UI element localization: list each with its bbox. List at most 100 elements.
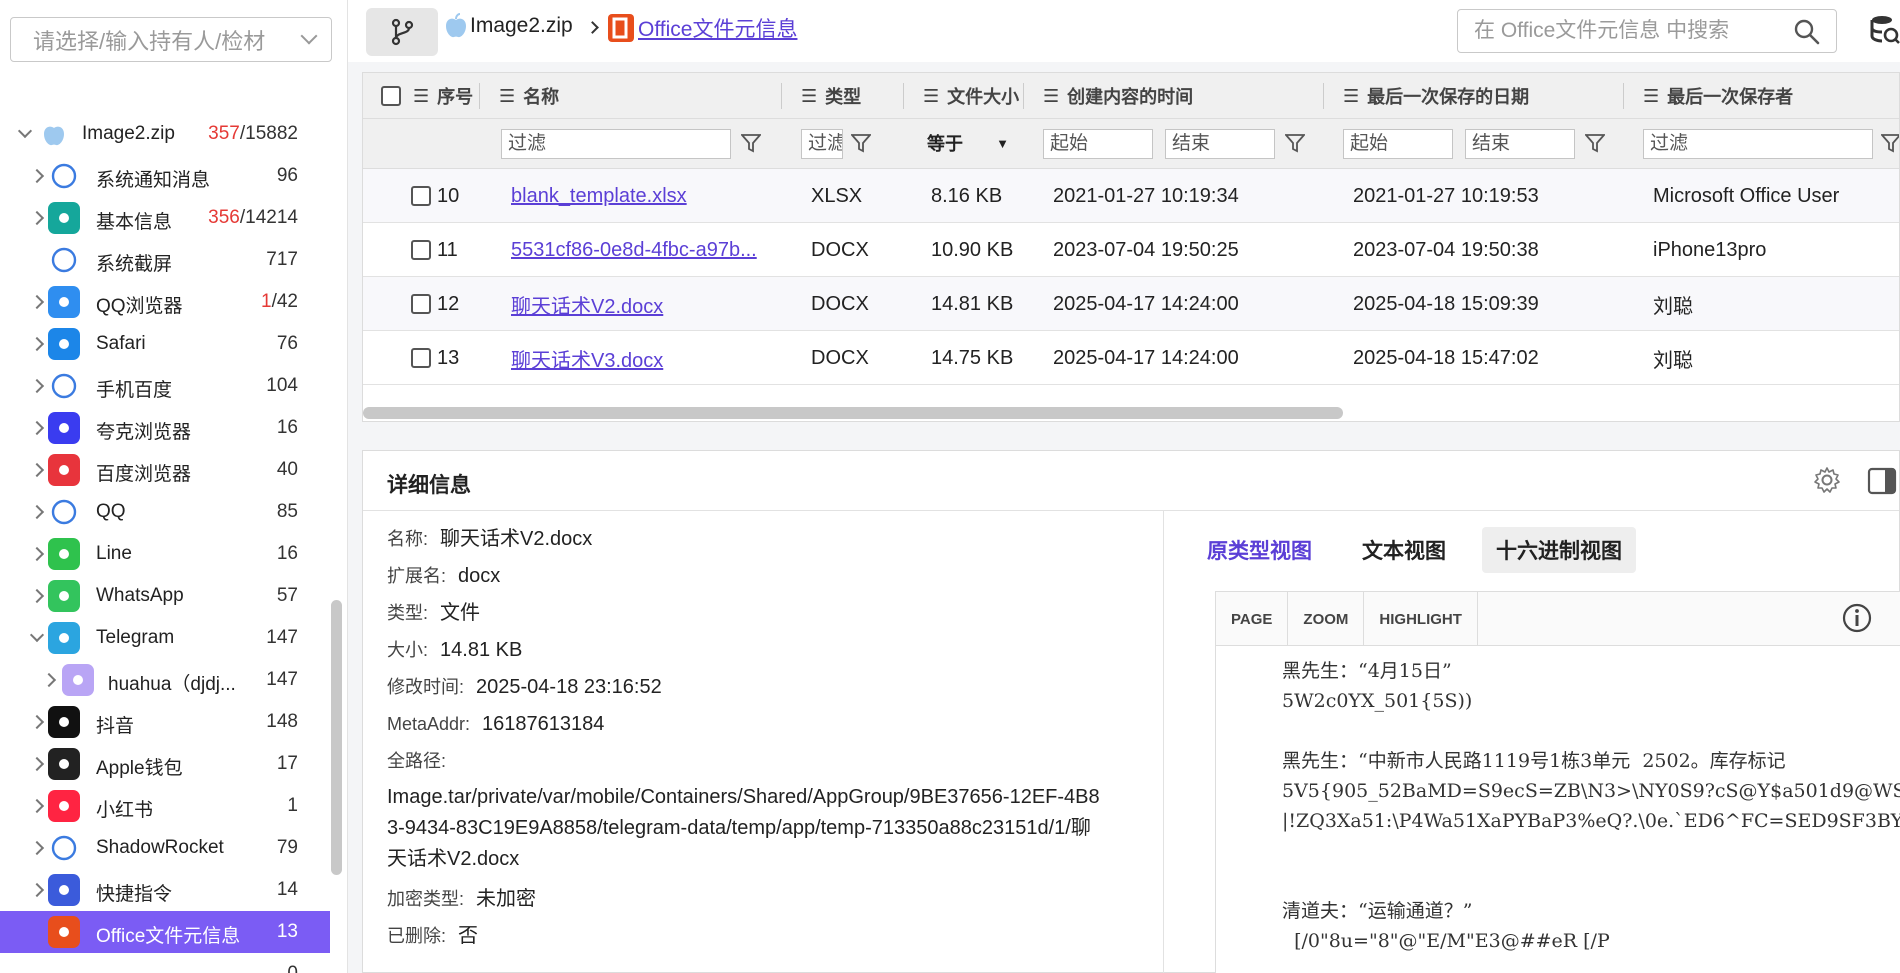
header-saver[interactable]: ☰ 最后一次保存者 — [1643, 73, 1793, 119]
owner-select[interactable]: 请选择/输入持有人/检材 — [10, 17, 332, 62]
sidebar-item[interactable]: 夸克浏览器 16 — [0, 407, 330, 449]
row-checkbox[interactable] — [411, 223, 431, 277]
chevron-right-icon[interactable] — [29, 378, 45, 394]
chevron-down-icon[interactable] — [300, 27, 318, 45]
column-divider[interactable] — [1623, 83, 1624, 109]
sidebar-item[interactable]: 基本信息 356/14214 — [0, 197, 330, 239]
sidebar-item[interactable]: ShadowRocket 79 — [0, 827, 330, 869]
chevron-right-icon[interactable] — [29, 798, 45, 814]
tab-original-view[interactable]: 原类型视图 — [1197, 527, 1326, 573]
chevron-right-icon[interactable] — [29, 756, 45, 772]
filter-icon[interactable] — [1585, 133, 1605, 153]
table-row[interactable]: 10 blank_template.xlsx XLSX 8.16 KB 2021-01-… — [363, 169, 1899, 223]
filter-icon[interactable] — [851, 133, 871, 153]
row-checkbox-box[interactable] — [411, 240, 431, 260]
sidebar-item[interactable]: 手机百度 104 — [0, 365, 330, 407]
select-all-checkbox-box[interactable] — [381, 86, 401, 106]
sidebar-item[interactable]: Safari 76 — [0, 323, 330, 365]
chevron-right-icon[interactable] — [29, 294, 45, 310]
chevron-right-icon[interactable] — [29, 546, 45, 562]
type-filter-input[interactable]: 过滤 — [801, 129, 843, 159]
row-checkbox[interactable] — [411, 277, 431, 331]
sidebar-item[interactable]: QQ 85 — [0, 491, 330, 533]
drag-handle-icon[interactable]: ☰ — [1043, 86, 1059, 107]
select-all-checkbox[interactable] — [381, 73, 401, 119]
row-checkbox[interactable] — [411, 169, 431, 223]
drag-handle-icon[interactable]: ☰ — [1643, 86, 1659, 107]
breadcrumb-current[interactable]: Office文件元信息 — [608, 13, 797, 43]
saved-start-input[interactable]: 起始 — [1343, 129, 1453, 159]
chevron-right-icon[interactable] — [29, 840, 45, 856]
filter-icon[interactable] — [1285, 133, 1305, 153]
table-row[interactable]: 13 聊天话术V3.docx DOCX 14.75 KB 2025-04-17 14:2… — [363, 331, 1899, 385]
sidebar-item[interactable]: Line 16 — [0, 533, 330, 575]
chevron-down-icon[interactable] — [17, 123, 33, 139]
sidebar-item[interactable]: 快捷指令 14 — [0, 869, 330, 911]
filter-icon[interactable] — [741, 133, 761, 153]
sidebar-item[interactable]: 小红书 1 — [0, 785, 330, 827]
breadcrumb-root[interactable]: Image2.zip — [444, 13, 573, 39]
database-search-icon[interactable] — [1870, 14, 1900, 46]
gear-icon[interactable] — [1813, 466, 1841, 494]
sidebar-item[interactable]: Apple钱包 17 — [0, 743, 330, 785]
chevron-right-icon[interactable] — [29, 882, 45, 898]
sidebar-item[interactable]: 系统通知消息 96 — [0, 155, 330, 197]
drag-handle-icon[interactable]: ☰ — [499, 86, 515, 107]
column-divider[interactable] — [781, 83, 782, 109]
search-box[interactable] — [1457, 9, 1837, 53]
caret-down-icon[interactable]: ▼ — [996, 129, 1009, 159]
info-icon[interactable] — [1841, 602, 1873, 634]
header-name[interactable]: ☰ 名称 — [499, 73, 559, 119]
sidebar-item[interactable]: WhatsApp 57 — [0, 575, 330, 617]
page-button[interactable]: PAGE — [1216, 592, 1289, 646]
header-saved[interactable]: ☰ 最后一次保存的日期 — [1343, 73, 1529, 119]
highlight-button[interactable]: HIGHLIGHT — [1364, 592, 1478, 646]
table-row[interactable]: 12 聊天话术V2.docx DOCX 14.81 KB 2025-04-17 14:2… — [363, 277, 1899, 331]
name-filter-input[interactable]: 过滤 — [501, 129, 731, 159]
sidebar-item[interactable]: huahua（djdj... 147 — [0, 659, 330, 701]
column-divider[interactable] — [903, 83, 904, 109]
header-size[interactable]: ☰ 文件大小 — [923, 73, 1019, 119]
tab-hex-view[interactable]: 十六进制视图 — [1482, 527, 1636, 573]
row-checkbox-box[interactable] — [411, 186, 431, 206]
column-divider[interactable] — [1323, 83, 1324, 109]
drag-handle-icon[interactable]: ☰ — [413, 86, 429, 107]
drag-handle-icon[interactable]: ☰ — [801, 86, 817, 107]
cell-name[interactable]: 聊天话术V2.docx — [511, 277, 771, 331]
chevron-right-icon[interactable] — [29, 504, 45, 520]
chevron-right-icon[interactable] — [41, 672, 57, 688]
created-end-input[interactable]: 结束 — [1165, 129, 1275, 159]
sidebar-item[interactable]: Telegram 147 — [0, 617, 330, 659]
cell-name[interactable]: blank_template.xlsx — [511, 169, 771, 223]
chevron-right-icon[interactable] — [29, 714, 45, 730]
created-start-input[interactable]: 起始 — [1043, 129, 1153, 159]
drag-handle-icon[interactable]: ☰ — [923, 86, 939, 107]
sidebar-scrollbar[interactable] — [331, 600, 342, 875]
saved-end-input[interactable]: 结束 — [1465, 129, 1575, 159]
chevron-right-icon[interactable] — [29, 462, 45, 478]
column-divider[interactable] — [1023, 83, 1024, 109]
chevron-down-icon[interactable] — [29, 627, 45, 643]
row-checkbox-box[interactable] — [411, 348, 431, 368]
sidebar-item[interactable]: 抖音 148 — [0, 701, 330, 743]
size-operator-select[interactable]: 等于 ▼ — [923, 129, 1015, 159]
branch-button[interactable] — [366, 8, 438, 56]
sidebar-item[interactable]: Image2.zip 357/15882 — [0, 113, 330, 155]
header-index[interactable]: ☰ 序号 — [413, 73, 473, 119]
sidebar-item[interactable]: Office文件元信息 13 — [0, 911, 330, 953]
chevron-right-icon[interactable] — [29, 168, 45, 184]
row-checkbox[interactable] — [411, 331, 431, 385]
filter-icon[interactable] — [1881, 133, 1900, 153]
drag-handle-icon[interactable]: ☰ — [1343, 86, 1359, 107]
zoom-button[interactable]: ZOOM — [1288, 592, 1365, 646]
search-icon[interactable] — [1794, 19, 1820, 45]
column-divider[interactable] — [479, 83, 480, 109]
cell-name[interactable]: 聊天话术V3.docx — [511, 331, 771, 385]
row-checkbox-box[interactable] — [411, 294, 431, 314]
tab-text-view[interactable]: 文本视图 — [1348, 527, 1460, 573]
header-type[interactable]: ☰ 类型 — [801, 73, 861, 119]
sidebar-item[interactable]: 系统截屏 717 — [0, 239, 330, 281]
search-input[interactable] — [1474, 19, 1774, 43]
table-horizontal-scrollbar[interactable] — [363, 407, 1343, 419]
chevron-right-icon[interactable] — [29, 420, 45, 436]
